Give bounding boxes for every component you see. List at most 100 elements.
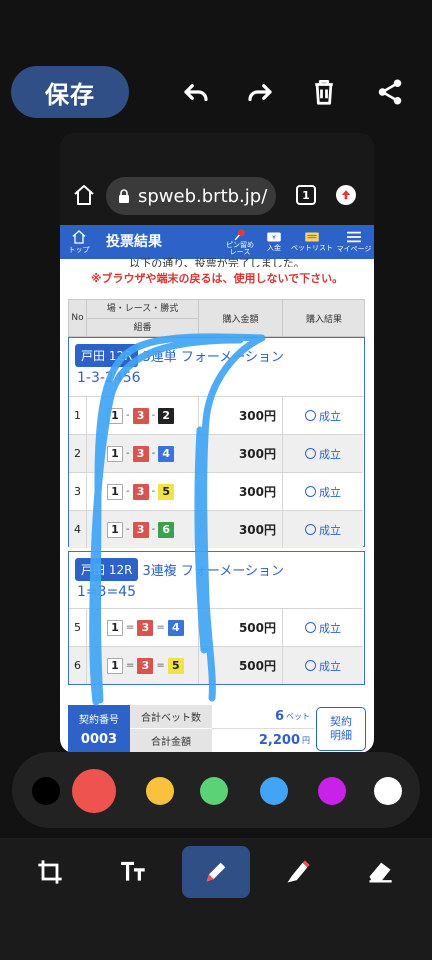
text-icon[interactable] [100, 846, 168, 898]
group-title: 戸田 12R 3連単 フォーメーション [75, 344, 284, 367]
col-combo-label: 組番 [87, 318, 198, 336]
table-row: 3 1-3-5 300円 成立 [69, 472, 363, 510]
success-circle-icon [305, 622, 316, 633]
col-result: 購入結果 [305, 314, 342, 325]
contract-box: 契約番号 0003 [68, 705, 130, 753]
separator: - [126, 524, 130, 535]
boat-number: 5 [167, 657, 184, 674]
contract-number: 0003 [80, 732, 118, 747]
table-row: 5 1 = 3 = 4 500円 成立 [69, 608, 363, 646]
contract-detail-button[interactable]: 契約 明細 [316, 707, 366, 751]
color-swatch[interactable] [200, 777, 228, 805]
pen-icon[interactable] [182, 846, 250, 898]
bet-count: 6 [274, 709, 284, 724]
top-label: トップ [68, 246, 90, 254]
row-amount: 500円 [199, 609, 283, 646]
color-swatch[interactable] [72, 769, 116, 813]
col-no: No [69, 300, 87, 336]
total-label: 合計金額 [130, 729, 212, 753]
undo-icon[interactable] [180, 76, 212, 108]
row-result: 成立 [283, 609, 363, 646]
eraser-icon[interactable] [346, 846, 414, 898]
completion-notice: 以下の通り、投票が完了しました。 [129, 257, 305, 267]
row-no: 1 [69, 397, 87, 434]
trash-icon[interactable] [308, 76, 340, 108]
pin-label: ピン留め レース [226, 241, 254, 256]
update-icon[interactable] [336, 185, 356, 205]
pin-race-button[interactable]: ピン留め レース [222, 225, 258, 259]
table-row: 2 1-3-4 300円 成立 [69, 434, 363, 472]
crop-icon[interactable] [16, 846, 84, 898]
color-swatch[interactable] [32, 777, 60, 805]
result-label: 成立 [319, 409, 341, 423]
table-header: No 場・レース・勝式 組番 購入金額 購入結果 [68, 299, 365, 337]
betlist-button[interactable]: ベットリスト [290, 225, 334, 259]
tool-bar [0, 838, 432, 960]
col-race: 場・レース・勝式 組番 [87, 300, 199, 336]
group-combo: 1-3-2456 [77, 370, 141, 386]
row-no: 3 [69, 473, 87, 510]
boat-number: 1 [107, 657, 123, 674]
row-amount: 300円 [199, 473, 283, 510]
top-nav-item[interactable]: トップ [64, 225, 94, 259]
success-circle-icon [305, 660, 316, 671]
contract-label: 契約番号 [79, 715, 119, 726]
table-row: 4 1-3-6 300円 成立 [69, 510, 363, 548]
row-combo: 1-3-6 [87, 511, 199, 548]
total-amount: 2,200 [258, 733, 300, 748]
betlist-label: ベットリスト [291, 244, 333, 252]
separator: - [126, 410, 130, 421]
save-button[interactable]: 保存 [11, 66, 129, 118]
pin-icon [234, 229, 245, 241]
web-page: トップ 投票結果 ピン留め レース ¥ 入金 ベットリスト マイページ 以下の通… [60, 225, 374, 753]
success-circle-icon [305, 524, 316, 535]
row-combo: 1 = 3 = 5 [87, 647, 199, 684]
share-icon[interactable] [374, 76, 406, 108]
browser-bar: spweb.brtb.jp/ 1 [60, 175, 374, 217]
row-result: 成立 [283, 647, 363, 684]
row-combo: 1 = 3 = 4 [87, 609, 199, 646]
mypage-label: マイページ [336, 245, 372, 253]
row-combo: 1-3-2 [87, 397, 199, 434]
color-swatch[interactable] [318, 777, 346, 805]
row-combo: 1-3-5 [87, 473, 199, 510]
url-bar[interactable]: spweb.brtb.jp/ [106, 177, 276, 215]
row-amount: 300円 [199, 397, 283, 434]
boat-number: 2 [158, 407, 175, 424]
row-result: 成立 [283, 473, 363, 510]
redo-icon[interactable] [244, 76, 276, 108]
boat-number: 1 [107, 407, 123, 424]
home-icon[interactable] [72, 183, 96, 207]
separator: - [151, 486, 156, 497]
summary-panel: 契約番号 0003 合計ベット数 6 ベット 合計金額 2,200 円 契約 明細 [68, 705, 368, 753]
color-swatch[interactable] [260, 777, 288, 805]
color-swatch[interactable] [146, 777, 174, 805]
menu-icon [347, 231, 361, 243]
total-unit: 円 [302, 736, 310, 745]
color-swatch[interactable] [374, 777, 402, 805]
row-no: 4 [69, 511, 87, 548]
separator: - [151, 524, 156, 535]
total-value: 2,200 円 [212, 729, 314, 753]
separator: = [126, 660, 135, 671]
row-combo: 1-3-4 [87, 435, 199, 472]
tabs-icon[interactable]: 1 [296, 185, 316, 205]
url-text: spweb.brtb.jp/ [138, 185, 268, 207]
color-palette [12, 752, 420, 828]
table-row: 6 1 = 3 = 5 500円 成立 [69, 646, 363, 684]
boat-number: 5 [158, 483, 175, 500]
row-no: 5 [69, 609, 87, 646]
warning-notice: ※ブラウザや端末の戻るは、使用しないで下さい。 [90, 272, 344, 285]
row-amount: 500円 [199, 647, 283, 684]
mypage-button[interactable]: マイページ [336, 225, 372, 259]
highlighter-icon[interactable] [264, 846, 332, 898]
deposit-button[interactable]: ¥ 入金 [260, 225, 288, 259]
success-circle-icon [305, 486, 316, 497]
boat-number: 6 [158, 521, 175, 538]
bet-count-label: 合計ベット数 [130, 705, 212, 729]
row-result: 成立 [283, 435, 363, 472]
page-title: 投票結果 [106, 234, 162, 250]
result-label: 成立 [319, 621, 341, 635]
boat-number: 1 [107, 521, 123, 538]
bet-type: 3連単 フォーメーション [142, 350, 285, 365]
